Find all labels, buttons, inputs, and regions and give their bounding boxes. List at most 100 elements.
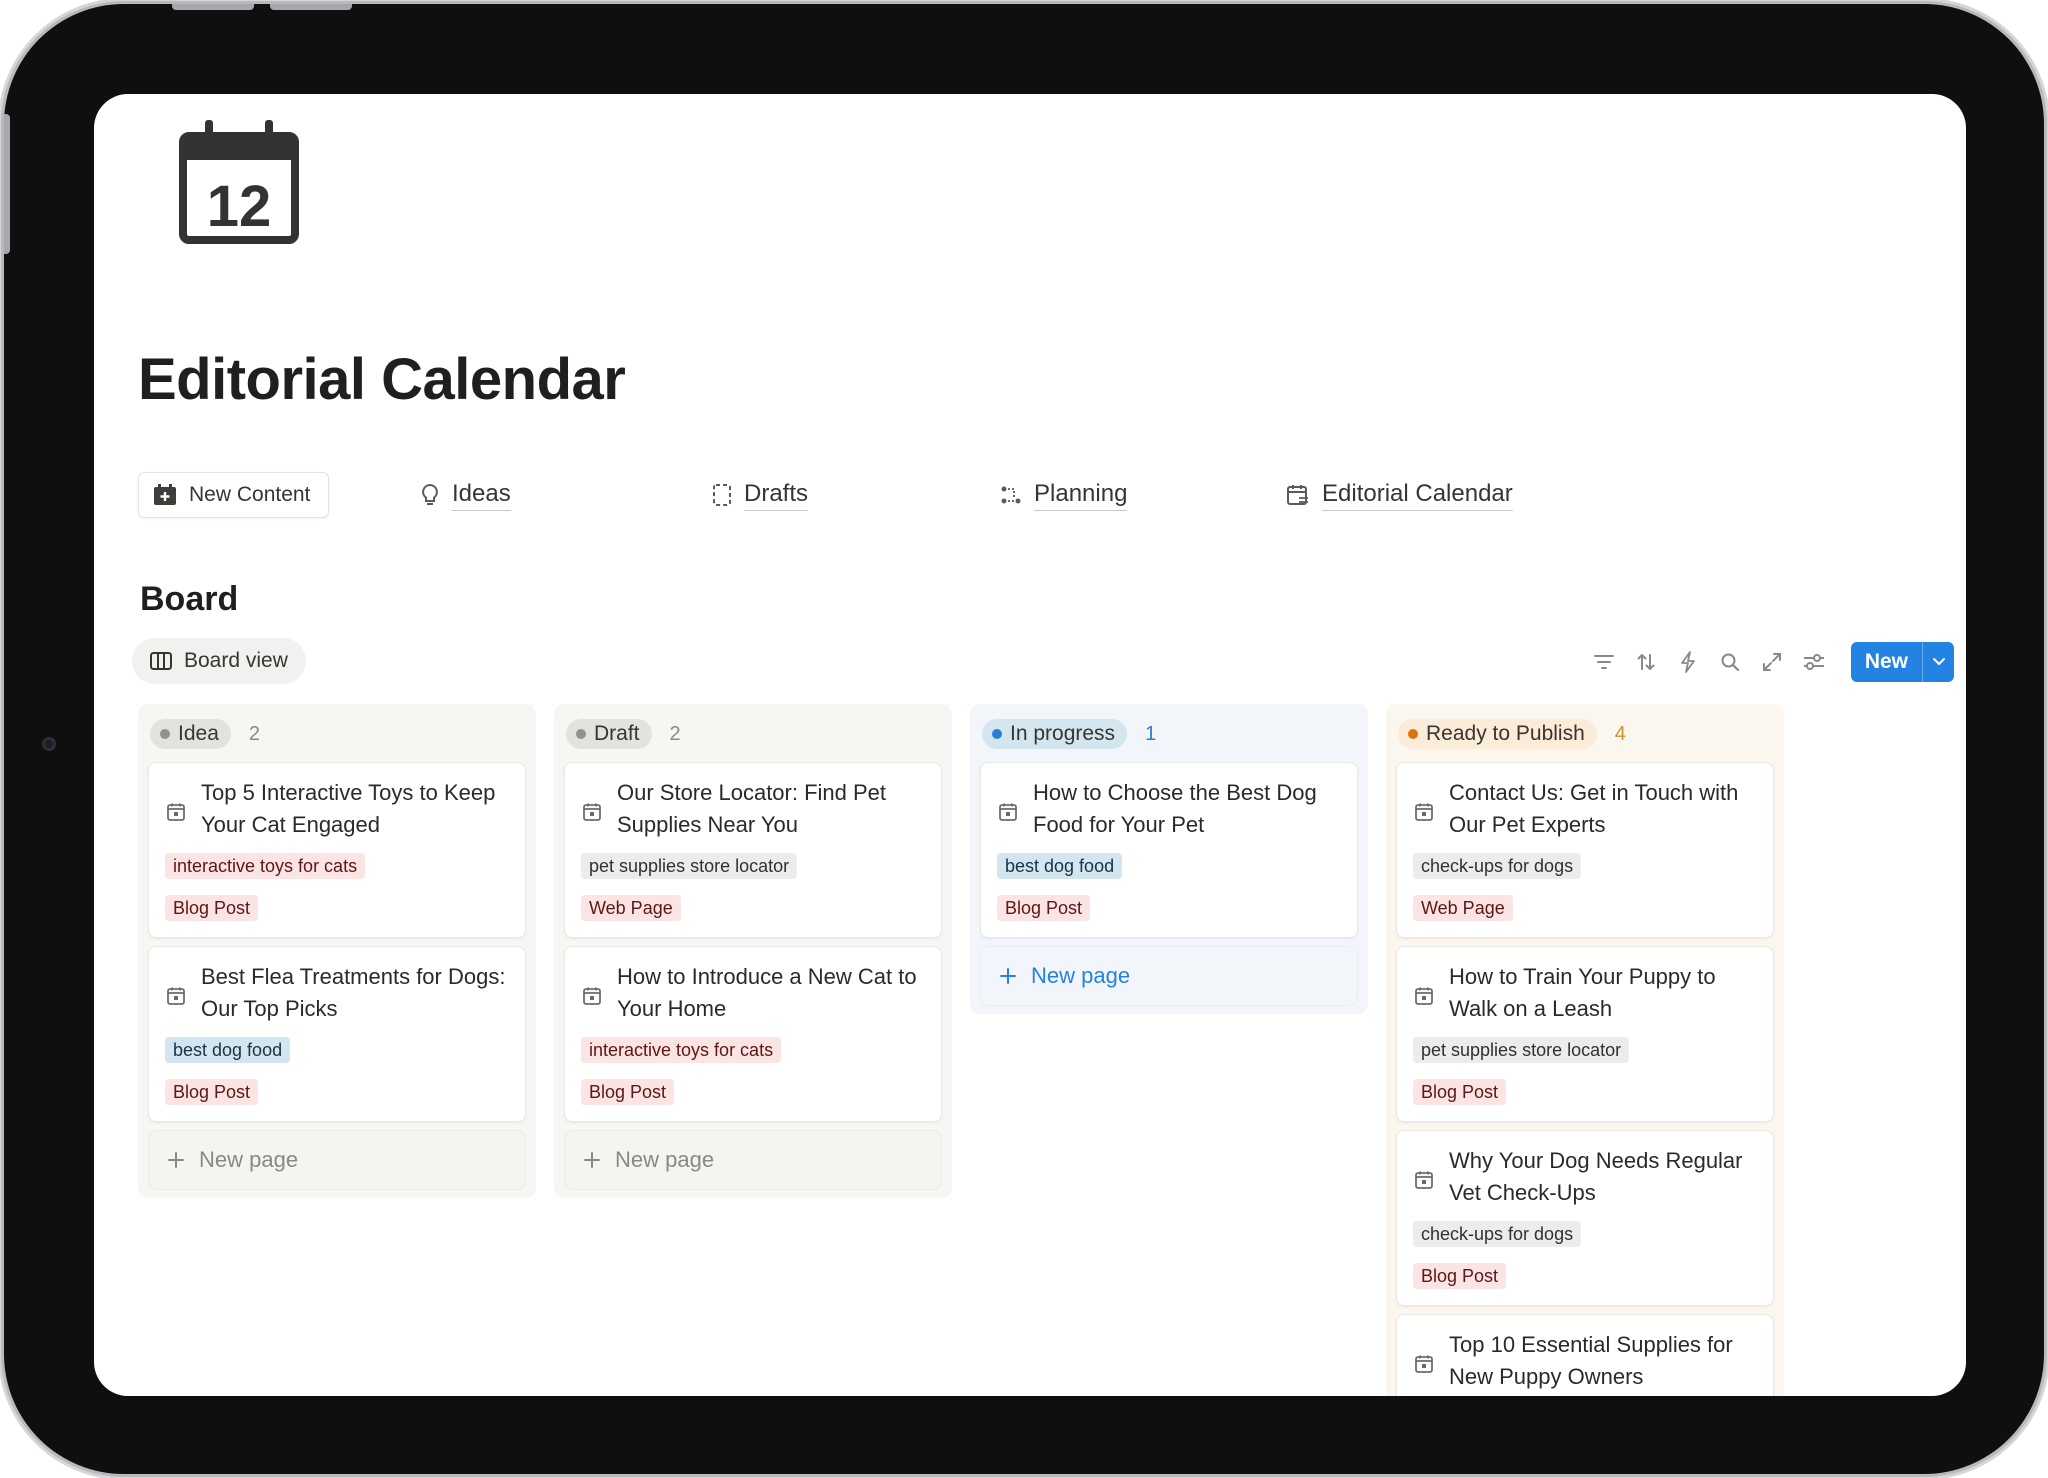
new-button[interactable]: New (1850, 642, 1954, 682)
editorial-calendar-label: Editorial Calendar (1322, 480, 1513, 511)
chevron-down-icon[interactable] (1922, 642, 1954, 682)
planning-label: Planning (1034, 480, 1128, 511)
new-page-label: New page (1031, 963, 1131, 988)
status-label: Draft (594, 722, 640, 745)
new-page-button[interactable]: New page (564, 1130, 942, 1190)
card-title: How to Choose the Best Dog Food for Your… (1033, 780, 1317, 837)
plus-icon (583, 1151, 601, 1169)
board-card[interactable]: Best Flea Treatments for Dogs: Our Top P… (148, 946, 526, 1122)
calendar-plus-icon (153, 484, 177, 506)
filter-icon[interactable] (1593, 651, 1615, 673)
content-type-tag: Blog Post (997, 895, 1091, 921)
drafts-link[interactable]: Drafts (712, 472, 809, 518)
board-card[interactable]: Why Your Dog Needs Regular Vet Check-Ups… (1396, 1130, 1774, 1306)
plus-icon (167, 1151, 185, 1169)
app-screen: 12 Editorial Calendar New Content Ideas … (94, 94, 1966, 1396)
keyword-tag: check-ups for dogs (1413, 853, 1582, 879)
page-calendar-icon (1413, 961, 1435, 1025)
status-dot (160, 729, 170, 739)
card-title: Top 10 Essential Supplies for New Puppy … (1449, 1332, 1733, 1389)
content-type-tag: Blog Post (581, 1079, 675, 1105)
status-dot (576, 729, 586, 739)
camera-dot (42, 737, 56, 751)
plus-icon (999, 967, 1017, 985)
side-button (4, 114, 10, 254)
board-columns-icon (150, 652, 172, 670)
board-toolbar: New (1593, 642, 1954, 682)
keyword-tag: best dog food (165, 1037, 291, 1063)
new-content-button[interactable]: New Content (138, 472, 330, 518)
content-type-tag: Blog Post (1413, 1079, 1507, 1105)
status-dot (1408, 729, 1418, 739)
board-card[interactable]: Our Store Locator: Find Pet Supplies Nea… (564, 762, 942, 938)
board-card[interactable]: How to Introduce a New Cat to Your Home i… (564, 946, 942, 1122)
board-column-ready-to-publish: Ready to Publish 4 Contact Us: Get in Touc… (1386, 704, 1784, 1396)
search-icon[interactable] (1719, 651, 1741, 673)
board-card[interactable]: Top 5 Interactive Toys to Keep Your Cat … (148, 762, 526, 938)
column-header: Draft 2 (564, 714, 942, 754)
column-header: Idea 2 (148, 714, 526, 754)
status-pill[interactable]: Draft (566, 719, 652, 749)
top-button (172, 4, 254, 10)
new-page-button[interactable]: New page (980, 946, 1358, 1006)
new-page-button[interactable]: New page (148, 1130, 526, 1190)
tablet-frame: 12 Editorial Calendar New Content Ideas … (4, 4, 2044, 1474)
column-header: In progress 1 (980, 714, 1358, 754)
status-pill[interactable]: Idea (150, 719, 231, 749)
page-calendar-icon (1413, 1145, 1435, 1209)
planning-link[interactable]: Planning (1000, 472, 1128, 518)
column-count: 1 (1145, 722, 1157, 745)
sort-icon[interactable] (1635, 651, 1657, 673)
new-content-label: New Content (189, 483, 311, 506)
page-calendar-icon (1413, 777, 1435, 841)
keyword-tag: pet supplies store locator (1413, 1037, 1630, 1063)
status-label: Ready to Publish (1426, 722, 1585, 745)
content-type-tag: Web Page (1413, 895, 1513, 921)
keyword-tag: check-ups for dogs (1413, 1221, 1582, 1247)
board-column-idea: Idea 2 Top 5 Interactive Toys to Keep Your… (138, 704, 536, 1198)
ideas-label: Ideas (452, 480, 511, 511)
page-calendar-icon (997, 777, 1019, 841)
page-calendar-icon (165, 777, 187, 841)
board-card[interactable]: How to Train Your Puppy to Walk on a Lea… (1396, 946, 1774, 1122)
new-page-label: New page (615, 1147, 715, 1172)
content-type-tag: Blog Post (165, 1079, 259, 1105)
editorial-calendar-link[interactable]: Editorial Calendar (1286, 472, 1513, 518)
card-title: Best Flea Treatments for Dogs: Our Top P… (201, 964, 506, 1021)
status-label: Idea (178, 722, 219, 745)
content-type-tag: Blog Post (165, 895, 259, 921)
keyword-tag: best dog food (997, 853, 1123, 879)
page-calendar-icon (581, 961, 603, 1025)
settings-sliders-icon[interactable] (1803, 651, 1825, 673)
board-card[interactable]: Top 10 Essential Supplies for New Puppy … (1396, 1314, 1774, 1396)
status-pill[interactable]: In progress (982, 719, 1128, 749)
lightning-icon[interactable] (1677, 651, 1699, 673)
top-button (270, 4, 352, 10)
page-title: Editorial Calendar (138, 347, 626, 412)
board-column-draft: Draft 2 Our Store Locator: Find Pet Suppli… (554, 704, 952, 1198)
card-title: Contact Us: Get in Touch with Our Pet Ex… (1449, 780, 1739, 837)
status-pill[interactable]: Ready to Publish (1398, 719, 1597, 749)
status-label: In progress (1010, 722, 1116, 745)
column-count: 2 (669, 722, 681, 745)
new-button-label: New (1864, 650, 1908, 673)
card-title: Our Store Locator: Find Pet Supplies Nea… (617, 780, 887, 837)
content-type-tag: Blog Post (1413, 1263, 1507, 1289)
keyword-tag: pet supplies store locator (581, 853, 798, 879)
dashed-page-icon (712, 483, 732, 507)
calendar-list-icon (1286, 483, 1310, 507)
lightbulb-icon (420, 483, 440, 507)
ideas-link[interactable]: Ideas (420, 472, 511, 518)
page-calendar-icon (1413, 1329, 1435, 1393)
calendar-12-icon[interactable]: 12 (178, 116, 300, 246)
board-card[interactable]: Contact Us: Get in Touch with Our Pet Ex… (1396, 762, 1774, 938)
expand-icon[interactable] (1761, 651, 1783, 673)
column-header: Ready to Publish 4 (1396, 714, 1774, 754)
page-calendar-icon (581, 777, 603, 841)
drafts-label: Drafts (744, 480, 809, 511)
page-calendar-icon (165, 961, 187, 1025)
board-card[interactable]: How to Choose the Best Dog Food for Your… (980, 762, 1358, 938)
board-view-tab[interactable]: Board view (132, 638, 306, 684)
keyword-tag: interactive toys for cats (165, 853, 366, 879)
new-page-label: New page (199, 1147, 299, 1172)
